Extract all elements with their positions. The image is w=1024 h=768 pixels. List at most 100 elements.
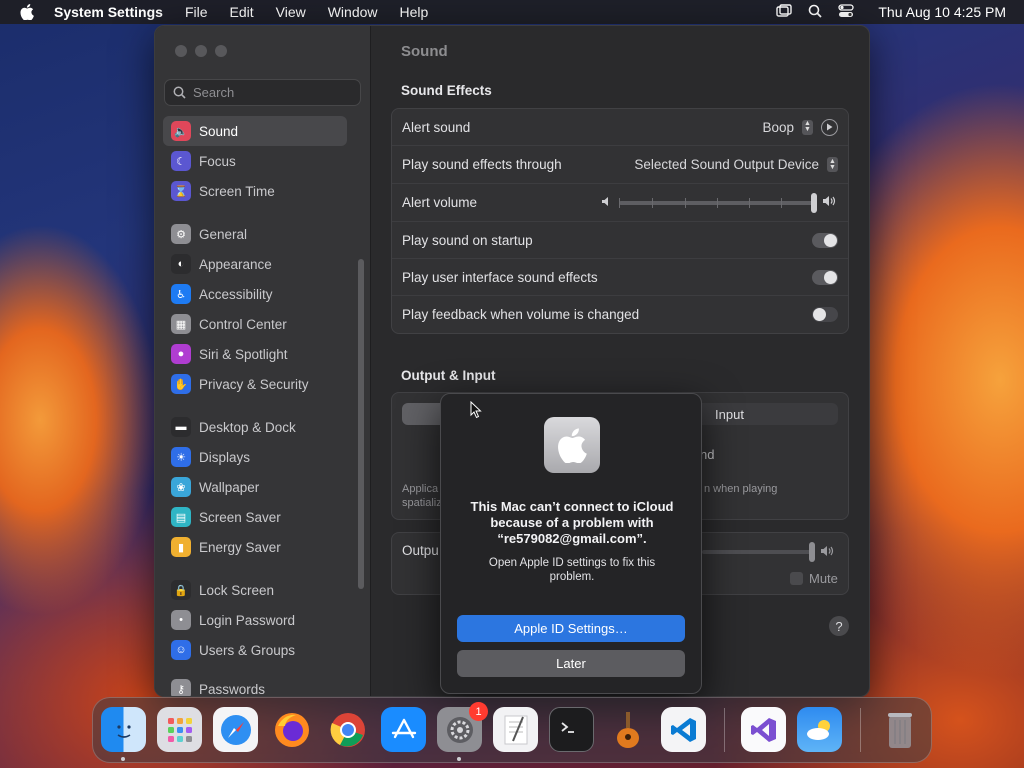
startup-sound-label: Play sound on startup — [402, 232, 533, 248]
sidebar-item-users-groups[interactable]: ☺ Users & Groups — [163, 635, 347, 665]
sidebar-item-label: Appearance — [199, 256, 272, 272]
sidebar-item-desktop-dock[interactable]: ▬ Desktop & Dock — [163, 412, 347, 442]
alert-volume-label: Alert volume — [402, 195, 478, 210]
later-button[interactable]: Later — [457, 650, 685, 677]
startup-sound-row: Play sound on startup — [392, 222, 848, 259]
sidebar-item-general[interactable]: ⚙ General — [163, 219, 347, 249]
sidebar-item-label: Privacy & Security — [199, 376, 309, 392]
textedit-icon[interactable] — [493, 707, 538, 752]
finder-icon[interactable] — [101, 707, 146, 752]
play-alert-button[interactable] — [821, 118, 838, 136]
sidebar-item-wallpaper[interactable]: ❀ Wallpaper — [163, 472, 347, 502]
mute-label: Mute — [809, 571, 838, 586]
garageband-icon[interactable] — [605, 707, 650, 752]
popup-chevrons-icon[interactable]: ▲ ▼ — [827, 157, 838, 172]
dialog-headline: This Mac can’t connect to iCloud because… — [470, 499, 674, 546]
sidebar-item-sound[interactable]: 🔈 Sound — [163, 116, 347, 146]
popup-chevrons-icon[interactable]: ▲ ▼ — [802, 119, 813, 135]
sidebar-item-lock-screen[interactable]: 🔒 Lock Screen — [163, 575, 347, 605]
spotlight-search-icon[interactable] — [808, 4, 822, 21]
alert-sound-label: Alert sound — [402, 119, 471, 135]
playing-caption: n when playing — [704, 483, 778, 495]
ui-sound-effects-label: Play user interface sound effects — [402, 269, 598, 285]
appearance-icon: ◐ — [171, 254, 191, 274]
sidebar-item-control-center[interactable]: ▦ Control Center — [163, 309, 347, 339]
ui-sound-effects-toggle[interactable] — [812, 269, 838, 285]
sidebar-scrollbar[interactable] — [358, 259, 364, 589]
alert-volume-row: Alert volume — [392, 184, 848, 222]
sidebar-item-label: Passwords — [199, 681, 266, 697]
alert-sound-popup[interactable]: Boop — [762, 120, 794, 135]
terminal-icon[interactable] — [549, 707, 594, 752]
sidebar-item-displays[interactable]: ☀ Displays — [163, 442, 347, 472]
sidebar-item-accessibility[interactable]: ♿ Accessibility — [163, 279, 347, 309]
mute-checkbox[interactable] — [790, 572, 803, 585]
search-field[interactable]: Search — [164, 79, 361, 106]
users-icon: ☺ — [171, 640, 191, 660]
menu-help[interactable]: Help — [400, 4, 429, 20]
hourglass-icon: ⌛ — [171, 181, 191, 201]
sidebar-item-label: Sound — [199, 123, 239, 139]
sound-effects-through-row: Play sound effects through Selected Soun… — [392, 146, 848, 184]
menu-bar: System Settings File Edit View Window He… — [0, 0, 1024, 24]
sidebar-item-label: Wallpaper — [199, 479, 260, 495]
safari-icon[interactable] — [213, 707, 258, 752]
dialog-message: Open Apple ID settings to fix this probl… — [488, 557, 656, 583]
sidebar-item-screen-time[interactable]: ⌛ Screen Time — [163, 176, 347, 206]
alert-volume-slider[interactable] — [619, 192, 817, 213]
sidebar-item-privacy-security[interactable]: ✋ Privacy & Security — [163, 369, 347, 399]
sidebar-item-energy-saver[interactable]: ▮ Energy Saver — [163, 532, 347, 562]
sidebar-item-focus[interactable]: ☾ Focus — [163, 146, 347, 176]
moon-icon: ☾ — [171, 151, 191, 171]
accessibility-icon: ♿ — [171, 284, 191, 304]
screen-mirroring-icon[interactable] — [776, 3, 793, 21]
sidebar-item-passwords[interactable]: ⚷ Passwords — [163, 674, 347, 697]
password-icon: • — [171, 610, 191, 630]
sidebar-item-appearance[interactable]: ◐ Appearance — [163, 249, 347, 279]
output-volume-slider[interactable] — [702, 542, 815, 562]
visual-studio-icon[interactable] — [741, 707, 786, 752]
sidebar-item-label: Login Password — [199, 612, 296, 628]
sidebar-item-screen-saver[interactable]: ▤ Screen Saver — [163, 502, 347, 532]
apple-id-settings-button[interactable]: Apple ID Settings… — [457, 615, 685, 642]
trash-icon[interactable] — [877, 707, 922, 752]
menu-file[interactable]: File — [185, 4, 208, 20]
battery-icon: ▮ — [171, 537, 191, 557]
volume-feedback-toggle[interactable] — [812, 307, 838, 322]
menu-view[interactable]: View — [276, 4, 306, 20]
firefox-icon[interactable] — [269, 707, 314, 752]
output-device-popup[interactable]: Selected Sound Output Device — [634, 157, 819, 172]
control-center-icon[interactable] — [838, 3, 855, 21]
speaker-icon: 🔈 — [171, 121, 191, 141]
vscode-icon[interactable] — [661, 707, 706, 752]
output-input-heading: Output & Input — [401, 368, 496, 383]
zoom-window-button[interactable] — [215, 45, 227, 57]
menu-window[interactable]: Window — [328, 4, 378, 20]
sidebar-item-label: Displays — [199, 449, 251, 465]
sound-effects-group: Alert sound Boop ▲ ▼ Play sound effects t… — [391, 108, 849, 334]
help-button[interactable]: ? — [829, 616, 849, 636]
sidebar-list: 🔈 Sound ☾ Focus ⌛ Screen Time ⚙ General ◐ App… — [163, 116, 347, 697]
mouse-pointer-icon — [470, 400, 482, 424]
close-window-button[interactable] — [175, 45, 187, 57]
weather-icon[interactable] — [797, 707, 842, 752]
chrome-icon[interactable] — [325, 707, 370, 752]
app-store-icon[interactable] — [381, 707, 426, 752]
minimize-window-button[interactable] — [195, 45, 207, 57]
sidebar-item-label: Desktop & Dock — [199, 419, 296, 435]
sidebar-item-siri-spotlight[interactable]: ● Siri & Spotlight — [163, 339, 347, 369]
app-name-menu[interactable]: System Settings — [54, 4, 163, 20]
apple-menu-icon[interactable] — [18, 3, 36, 21]
gear-icon: ⚙ — [171, 224, 191, 244]
system-settings-icon[interactable]: 1 — [437, 702, 488, 752]
volume-high-icon — [822, 195, 838, 210]
menu-clock[interactable]: Thu Aug 10 4:25 PM — [878, 4, 1006, 20]
sidebar-item-label: Control Center — [199, 316, 287, 332]
menu-edit[interactable]: Edit — [230, 4, 254, 20]
launchpad-icon[interactable] — [157, 707, 202, 752]
alert-sound-row: Alert sound Boop ▲ ▼ — [392, 109, 848, 146]
sidebar-item-login-password[interactable]: • Login Password — [163, 605, 347, 635]
slider-thumb[interactable] — [811, 192, 817, 213]
sidebar-item-label: Screen Time — [199, 183, 275, 199]
startup-sound-toggle[interactable] — [812, 232, 838, 248]
